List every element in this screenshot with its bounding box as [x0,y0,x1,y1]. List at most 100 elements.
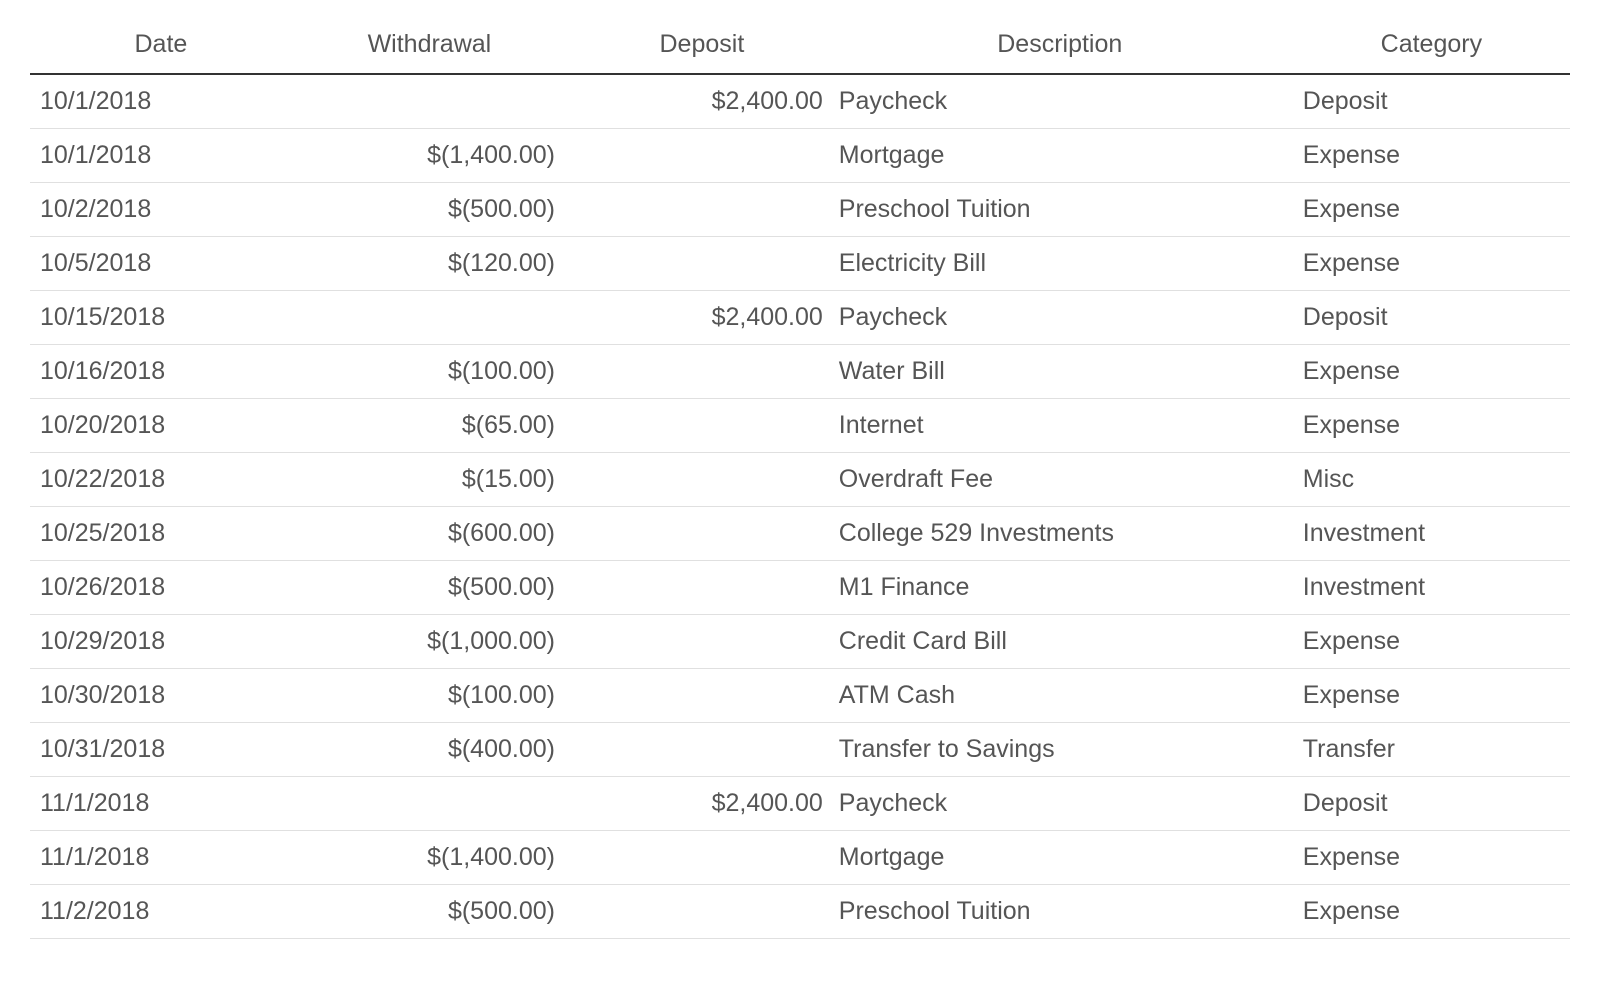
cell-description: Transfer to Savings [831,723,1293,777]
cell-category: Transfer [1293,723,1570,777]
cell-description: Electricity Bill [831,237,1293,291]
cell-deposit [569,615,831,669]
table-row: 10/16/2018$(100.00) Water BillExpense [30,345,1570,399]
table-body: 10/1/2018$2,400.00PaycheckDeposit10/1/20… [30,74,1570,939]
cell-date: 10/29/2018 [30,615,292,669]
header-deposit: Deposit [569,20,831,74]
cell-deposit [569,885,831,939]
cell-deposit [569,723,831,777]
cell-date: 10/5/2018 [30,237,292,291]
cell-withdrawal: $(120.00) [292,237,569,291]
cell-description: M1 Finance [831,561,1293,615]
cell-description: Preschool Tuition [831,183,1293,237]
table-row: 10/25/2018$(600.00) College 529 Investmen… [30,507,1570,561]
cell-date: 10/2/2018 [30,183,292,237]
cell-deposit [569,399,831,453]
cell-category: Deposit [1293,777,1570,831]
table-row: 10/5/2018$(120.00) Electricity BillExpens… [30,237,1570,291]
cell-date: 10/31/2018 [30,723,292,777]
cell-deposit [569,453,831,507]
cell-category: Misc [1293,453,1570,507]
table-header-row: Date Withdrawal Deposit Description Cate… [30,20,1570,74]
cell-withdrawal [292,777,569,831]
cell-withdrawal: $(100.00) [292,669,569,723]
table-row: 10/2/2018$(500.00) Preschool TuitionExpen… [30,183,1570,237]
cell-category: Expense [1293,345,1570,399]
cell-description: Paycheck [831,74,1293,129]
cell-category: Expense [1293,183,1570,237]
cell-deposit [569,831,831,885]
transactions-table: Date Withdrawal Deposit Description Cate… [30,20,1570,939]
cell-description: ATM Cash [831,669,1293,723]
cell-category: Expense [1293,399,1570,453]
table-row: 10/1/2018 $2,400.00PaycheckDeposit [30,74,1570,129]
cell-withdrawal: $(500.00) [292,561,569,615]
cell-withdrawal [292,74,569,129]
cell-deposit [569,183,831,237]
cell-description: College 529 Investments [831,507,1293,561]
cell-withdrawal: $(1,400.00) [292,129,569,183]
cell-withdrawal: $(400.00) [292,723,569,777]
cell-deposit [569,345,831,399]
cell-withdrawal: $(1,000.00) [292,615,569,669]
cell-date: 11/1/2018 [30,777,292,831]
cell-deposit [569,237,831,291]
cell-withdrawal: $(100.00) [292,345,569,399]
cell-description: Water Bill [831,345,1293,399]
cell-withdrawal: $(65.00) [292,399,569,453]
cell-date: 10/22/2018 [30,453,292,507]
cell-category: Expense [1293,237,1570,291]
cell-category: Expense [1293,669,1570,723]
cell-withdrawal: $(15.00) [292,453,569,507]
cell-description: Credit Card Bill [831,615,1293,669]
table-row: 11/1/2018 $2,400.00PaycheckDeposit [30,777,1570,831]
cell-withdrawal [292,291,569,345]
header-date: Date [30,20,292,74]
cell-description: Paycheck [831,291,1293,345]
cell-date: 10/30/2018 [30,669,292,723]
cell-date: 10/25/2018 [30,507,292,561]
cell-date: 10/26/2018 [30,561,292,615]
cell-withdrawal: $(500.00) [292,183,569,237]
cell-date: 10/1/2018 [30,74,292,129]
table-row: 10/1/2018$(1,400.00) MortgageExpense [30,129,1570,183]
cell-date: 10/20/2018 [30,399,292,453]
cell-category: Deposit [1293,74,1570,129]
cell-date: 10/15/2018 [30,291,292,345]
table-row: 10/31/2018$(400.00) Transfer to SavingsTr… [30,723,1570,777]
cell-category: Expense [1293,129,1570,183]
cell-description: Preschool Tuition [831,885,1293,939]
table-row: 10/29/2018$(1,000.00) Credit Card BillExp… [30,615,1570,669]
cell-deposit: $2,400.00 [569,74,831,129]
cell-description: Internet [831,399,1293,453]
cell-date: 11/1/2018 [30,831,292,885]
cell-date: 10/16/2018 [30,345,292,399]
cell-withdrawal: $(600.00) [292,507,569,561]
header-category: Category [1293,20,1570,74]
cell-deposit [569,129,831,183]
cell-description: Paycheck [831,777,1293,831]
cell-deposit [569,561,831,615]
cell-category: Investment [1293,507,1570,561]
cell-description: Overdraft Fee [831,453,1293,507]
table-row: 10/30/2018$(100.00) ATM CashExpense [30,669,1570,723]
cell-deposit: $2,400.00 [569,291,831,345]
cell-withdrawal: $(500.00) [292,885,569,939]
cell-date: 10/1/2018 [30,129,292,183]
cell-category: Expense [1293,615,1570,669]
cell-description: Mortgage [831,831,1293,885]
cell-category: Deposit [1293,291,1570,345]
table-row: 11/1/2018$(1,400.00) MortgageExpense [30,831,1570,885]
cell-deposit [569,669,831,723]
cell-withdrawal: $(1,400.00) [292,831,569,885]
cell-description: Mortgage [831,129,1293,183]
header-description: Description [831,20,1293,74]
cell-category: Expense [1293,885,1570,939]
header-withdrawal: Withdrawal [292,20,569,74]
table-row: 10/20/2018$(65.00) InternetExpense [30,399,1570,453]
cell-date: 11/2/2018 [30,885,292,939]
table-row: 10/26/2018$(500.00)M1 FinanceInvestment [30,561,1570,615]
cell-deposit: $2,400.00 [569,777,831,831]
cell-category: Expense [1293,831,1570,885]
table-row: 10/15/2018 $2,400.00PaycheckDeposit [30,291,1570,345]
